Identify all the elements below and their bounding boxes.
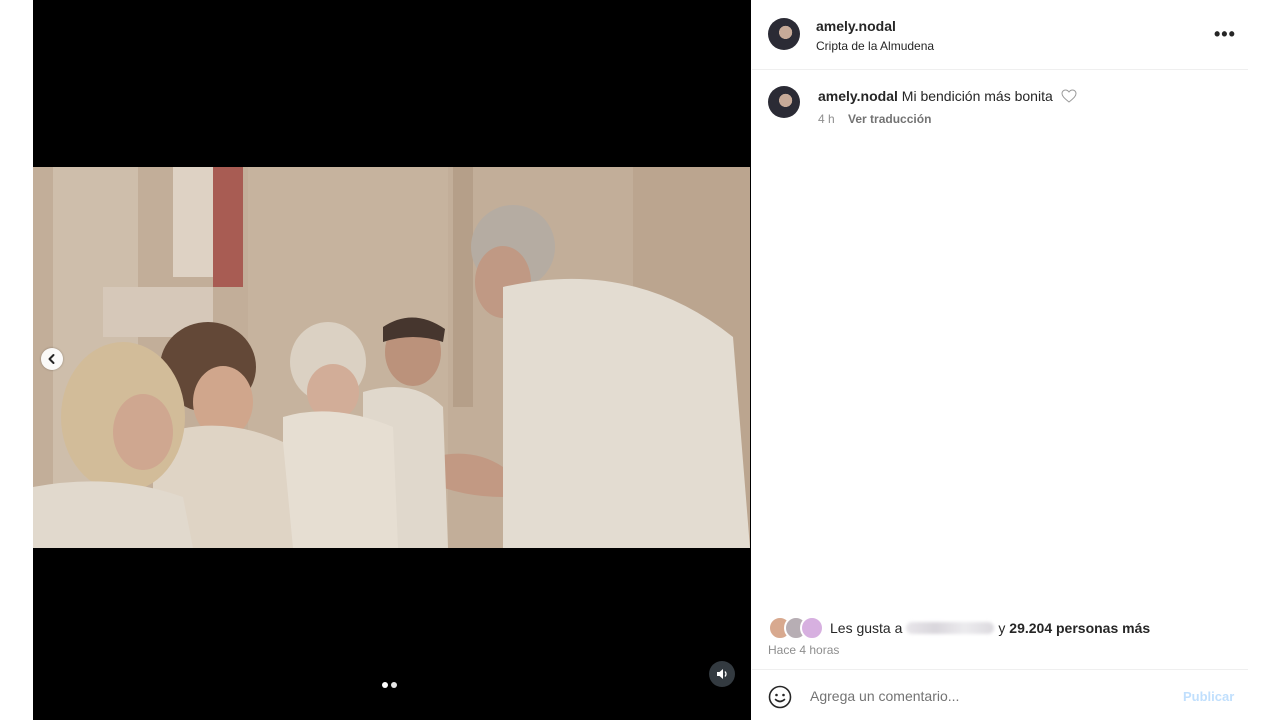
username-link[interactable]: amely.nodal xyxy=(816,18,896,34)
location-link[interactable]: Cripta de la Almudena xyxy=(816,39,934,53)
caption: amely.nodal Mi bendición más bonita xyxy=(818,88,1077,106)
white-heart-emoji-icon xyxy=(1061,89,1077,106)
caption-meta: 4 h Ver traducción xyxy=(818,112,931,126)
post-sidebar: amely.nodal Cripta de la Almudena ••• am… xyxy=(752,0,1248,720)
comment-input[interactable] xyxy=(808,684,1172,708)
emoji-icon[interactable] xyxy=(768,685,792,709)
carousel-dot xyxy=(391,682,397,688)
blurred-username[interactable] xyxy=(906,622,995,634)
mute-button[interactable] xyxy=(709,661,735,687)
caption-text: Mi bendición más bonita xyxy=(901,88,1053,104)
more-options-icon[interactable]: ••• xyxy=(1214,24,1236,45)
likes-summary[interactable]: Les gusta a y 29.204 personas más xyxy=(768,616,1150,640)
post-video[interactable] xyxy=(33,167,750,548)
comment-bar: Publicar xyxy=(752,669,1248,721)
previous-button[interactable] xyxy=(41,348,63,370)
translate-link[interactable]: Ver traducción xyxy=(848,112,931,126)
media-viewer[interactable] xyxy=(33,0,751,720)
post-header: amely.nodal Cripta de la Almudena ••• xyxy=(752,0,1248,70)
liked-by-prefix: Les gusta a xyxy=(830,620,903,636)
likes-count-link[interactable]: 29.204 personas más xyxy=(1009,620,1150,636)
video-frame-image xyxy=(33,167,750,548)
caption-username-link[interactable]: amely.nodal xyxy=(818,88,898,104)
chevron-left-icon xyxy=(48,354,55,364)
liked-by-connector: y xyxy=(998,620,1006,636)
caption-avatar[interactable] xyxy=(768,86,800,118)
caption-time: 4 h xyxy=(818,112,835,126)
carousel-dot-active xyxy=(382,682,388,688)
post-timestamp[interactable]: Hace 4 horas xyxy=(768,643,839,657)
carousel-indicator xyxy=(382,682,397,688)
avatar[interactable] xyxy=(768,18,800,50)
speaker-icon xyxy=(717,669,727,679)
publish-button[interactable]: Publicar xyxy=(1183,689,1234,704)
liker-avatar xyxy=(800,616,824,640)
